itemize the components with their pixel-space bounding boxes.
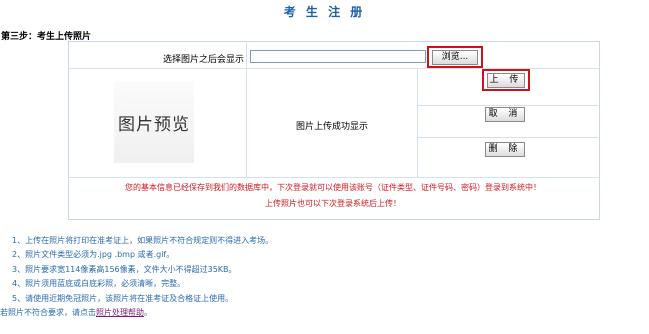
row-divider [417,105,598,106]
note-item: 2、照片文件类型必须为.jpg .bmp 或者.gif。 [12,250,175,260]
saved-message: 您的基本信息已经保存到我们的数据库中，下次登录就可以使用该账号（证件类型、证件号… [125,183,541,192]
note-item: 1、上传在照片将打印在准考证上，如果照片不符合规定则不得进入考场。 [12,236,274,245]
page-title: 考 生 注 册 [283,5,366,19]
help-suffix: 。 [144,308,152,318]
browse-button[interactable]: 浏览... [432,50,478,65]
column-divider [417,68,418,178]
help-line: 若照片不符合要求，请点击照片处理帮助。 [0,306,273,320]
file-path-input[interactable] [250,50,426,63]
column-divider [246,41,247,178]
row-divider [417,137,598,138]
upload-button[interactable]: 上 传 [487,73,525,88]
cancel-button[interactable]: 取 消 [485,107,525,122]
row-divider [68,177,599,178]
upload-notes: 1、上传在照片将打印在准考证上，如果照片不符合规定则不得进入考场。 2、照片文件… [0,234,274,320]
note-item: 5、请使用近期免冠照片，该照片将在准考证及合格证上使用。 [12,293,234,303]
note-item: 4、照片须用蓝底或白底彩照，必须清晰，完整。 [12,279,186,289]
browse-highlight: 浏览... [427,46,483,68]
photo-preview: 图片预览 [114,81,194,163]
upload-highlight: 上 传 [482,69,530,91]
help-prefix: 若照片不符合要求，请点击 [0,308,96,318]
upload-later-message: 上传照片也可以下次登录系统后上传！ [265,199,401,208]
photo-help-link[interactable]: 照片处理帮助 [96,308,144,317]
choose-image-label: 选择图片之后会显示 [162,55,244,65]
note-item: 3、照片要求宽114像素高156像素，文件大小不得超过35KB。 [12,264,237,274]
preview-placeholder-text: 图片预览 [114,81,194,163]
upload-status-text: 图片上传成功显示 [296,122,369,132]
delete-button[interactable]: 删 除 [485,142,525,157]
